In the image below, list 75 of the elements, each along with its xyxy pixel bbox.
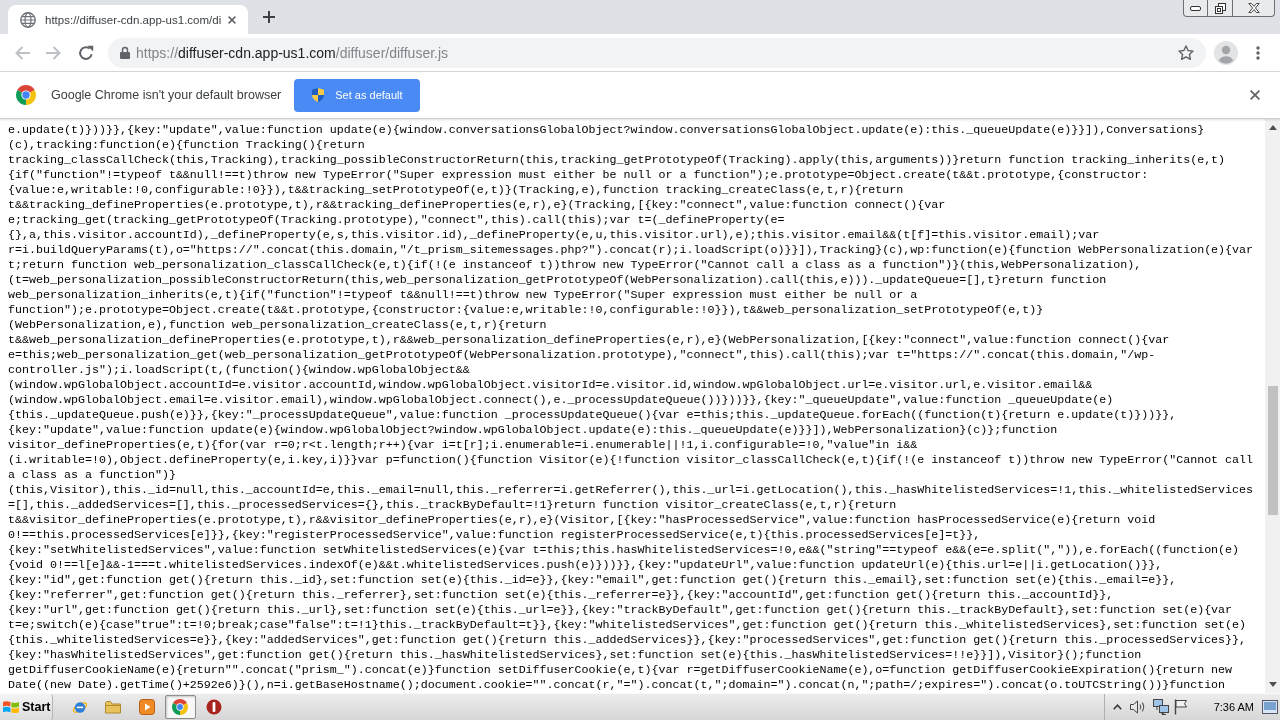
close-icon xyxy=(1247,3,1260,13)
code-line: 0!==this.processedServices[e]}},{key:"registerProcessedService",value:function registerProcessedService(e,t){this.processedServices[e]=t}}, xyxy=(8,528,982,543)
code-line: {value:e,writable:!0,configurable:!0}}),t&&tracking_setPrototypeOf(e,t)}(Tracking,e),function tracking_createClass(e,t,r){return xyxy=(8,183,905,198)
restore-icon xyxy=(1214,2,1226,14)
code-line: t&&tracking_defineProperties(e.prototype,t),r&&tracking_defineProperties(e,r),e}(Tracking,[{key:"connect",value:function connect(){var xyxy=(8,198,947,213)
code-line: e=this;web_personalization_get(web_personalization_getPrototypeOf(WebPersonalization.prototype),"connect",this).call(this);var t="https://".concat(this.domain,"/wp- xyxy=(8,348,1157,363)
vertical-scrollbar[interactable] xyxy=(1265,119,1280,693)
code-line: =[],this._addedServices=[],this._processedServices={},this._trackByDefault=!1}return function visitor_createClass(e,t,r){return xyxy=(8,498,898,513)
infobar-message: Google Chrome isn't your default browser xyxy=(51,88,282,102)
speaker-icon[interactable] xyxy=(1129,700,1146,714)
code-line: r=i.buildQueryParams(t),o="https://".concat(this.domain,"/t_prism_sitemessages.php?").concat(r);i.loadScript(o)}}]),Tracking}(c),wp:function(e){function WebPersonalization(e){var xyxy=(8,243,1255,258)
code-line: e.update(t)}))}},{key:"update",value:function update(e){window.conversationsGlobalObject?window.conversationsGlobalObject.update(e):this._queueUpdate(e)}}]),Conversations} xyxy=(8,123,1206,138)
address-field[interactable]: https://diffuser-cdn.app-us1.com/diffuser/diffuser.js xyxy=(108,37,1206,68)
code-line: {this._updateQueue.push(e)}},{key:"_processUpdateQueue",value:function _processUpdateQueue(){var e=this;this._updateQueue.forEach((function(t){return e.update(t)}))}}, xyxy=(8,408,1178,423)
code-line: {key:"setWhitelistedServices",value:function setWhitelistedServices(e){var t=this;this.hasWhitelistedServices=!0,e&&("string"==typeof e&&(e=e.split(",")),e.forEach((function(e) xyxy=(8,543,1241,558)
url-text: https://diffuser-cdn.app-us1.com/diffuser/diffuser.js xyxy=(136,44,449,61)
flag-logo-icon xyxy=(2,699,20,715)
code-line: visitor_defineProperties(e,t){for(var r=0;r<t.length;r++){var i=t[r];i.enumerable=i.enumerable||!1,i.configurable=!0,"value"in i&& xyxy=(8,438,919,453)
code-line: t&&web_personalization_defineProperties(e.prototype,t),r&&web_personalization_defineProperties(e,r),e}(WebPersonalization,[{key:"connect",value:function connect(){var xyxy=(8,333,1171,348)
code-line: (this,Visitor),this._id=null,this._accountId=e,this._email=null,this._referrer=i.getReferrer(),this._url=i.getLocation(),this._hasWhitelistedServices=!1,this._whitelistedServices xyxy=(8,483,1255,498)
code-line: {key:"update",value:function update(e){window.wpGlobalObject?window.wpGlobalObject.update(e):this._queueUpdate(e)}}]),WebPersonalization}(c)};function xyxy=(8,423,1059,438)
code-line: {if("function"!=typeof t&&null!==t)throw new TypeError("Super expression must either be null or a function");e.prototype=Object.create(t&&t.prototype,{constructor: xyxy=(8,168,1150,183)
browser-tab[interactable]: https://diffuser-cdn.app-us1.com/di xyxy=(8,5,248,34)
minimize-button[interactable] xyxy=(1183,0,1208,17)
chevron-up-icon[interactable] xyxy=(1112,704,1122,710)
show-desktop-icon[interactable] xyxy=(1262,700,1278,714)
star-icon[interactable] xyxy=(1178,44,1194,61)
code-line: t;return function web_personalization_classCallCheck(e,t){if(!(e instanceof t))throw new TypeError("Cannot call a class as a function")}(this,WebPersonalization), xyxy=(8,258,1143,273)
code-line: (window.wpGlobalObject.email=e.visitor.email),window.wpGlobalObject.connect(),e._processUpdateQueue())}))}},{key:"_queueUpdate",value:function _queueUpdate(e) xyxy=(8,393,1115,408)
reload-icon[interactable] xyxy=(78,44,94,61)
window-close-button[interactable] xyxy=(1233,0,1275,17)
code-line: {},a,this.visitor.accountId),_defineProperty(e,s,this.visitor.id),_defineProperty(e,u,this.visitor.url),e);this.visitor.email&&(t[f]=this.visitor.email);var xyxy=(8,228,1101,243)
code-line: web_personalization_inherits(e,t){if("function"!=typeof t&&null!==t)throw new TypeError("Super expression must either be null or a xyxy=(8,288,919,303)
code-line: {this._whitelistedServices=e}},{key:"addedServices",get:function get(){return this._addedServices}},{key:"processedServices",get:function get(){return this._processedServices}}, xyxy=(8,633,1248,648)
new-tab-icon[interactable] xyxy=(263,11,275,23)
play-icon[interactable] xyxy=(138,699,155,715)
code-line: a class as a function")} xyxy=(8,468,177,483)
code-line: t=e;switch(e){case"true":t=!0;break;case"false":t=!1}this._trackByDefault=t}},{key:"whitelistedServices",get:function get(){return this._whitelistedServices},set:function set(e) xyxy=(8,618,1248,633)
code-line: controller.js");i.loadScript(t,(function(){window.wpGlobalObject&& xyxy=(8,363,471,378)
code-line: {key:"id",get:function get(){return this._id},set:function set(e){this._id=e}},{key:"email",get:function get(){return this._email},set:function set(e){this._email=e}}, xyxy=(8,573,1178,588)
alert-icon[interactable] xyxy=(205,699,222,715)
code-line: t&&visitor_defineProperties(e.prototype,t),r&&visitor_defineProperties(e,r),e}(Visitor,[{key:"hasProcessedService",value:function hasProcessedService(e){return void xyxy=(8,513,1157,528)
code-line: tracking_classCallCheck(this,Tracking),tracking_possibleConstructorReturn(this,tracking_getPrototypeOf(Tracking).apply(this,arguments))}return function tracking_inherits(e,t) xyxy=(8,153,1227,168)
code-line: {key:"url",get:function get(){return this._url},set:function set(e){this._url=e}},{key:"trackByDefault",get:function get(){return this._trackByDefault},set:function set(e){var xyxy=(8,603,1234,618)
chrome-logo-icon[interactable] xyxy=(164,695,196,719)
code-line: (t=web_personalization_possibleConstructorReturn(this,web_personalization_getPrototypeOf(WebPersonalization).call(this,e)))._updateQueue=[],t}return function xyxy=(8,273,1108,288)
code-line: e;tracking_get(tracking_getPrototypeOf(Tracking.prototype),"connect",this).call(this);var t=(_defineProperty(e= xyxy=(8,213,786,228)
code-line: (window.wpGlobalObject.accountId=e.visitor.accountId,window.wpGlobalObject.visitorId=e.visitor.id,window.wpGlobalObject.url=e.visitor.url,e.visitor.email&& xyxy=(8,378,1094,393)
code-line: (c),tracking:function(e){function Tracking(){return xyxy=(8,138,366,153)
minimize-icon xyxy=(1190,5,1201,11)
code-line: {key:"referrer",get:function get(){return this._referrer},set:function set(e){this._referrer=e}},{key:"accountId",get:function get(){return this._accountId}}, xyxy=(8,588,1115,603)
network-icon[interactable] xyxy=(1152,699,1169,715)
globe-icon xyxy=(20,11,36,28)
code-line: getDiffuserCookieName(e){return"".concat("prism_").concat(e)}function setDiffuserCookie(e,t){var r=getDiffuserCookieName(e),o=function getDiffuserCookieExpiration(){return new xyxy=(8,663,1234,678)
restore-button[interactable] xyxy=(1208,0,1233,17)
code-line: {key:"hasWhitelistedServices",get:function get(){return this._hasWhitelistedServices},set:function set(e){this._hasWhitelistedServices=!!e}}]),Visitor}();function xyxy=(8,648,1143,663)
start-button[interactable]: Start xyxy=(0,694,53,720)
code-line: (i.writable=!0),Object.defineProperty(e,i.key,i)}}var p=function(){function Visitor(e){!function visitor_classCallCheck(e,t){if(!(e instanceof t))throw new TypeError("Cannot call xyxy=(8,453,1255,468)
flag-icon[interactable] xyxy=(1173,699,1188,715)
scroll-down-icon[interactable] xyxy=(1268,682,1277,687)
code-line: {void 0!==l[e]&&-1===t.whitelistedServices.indexOf(e)&&t.whitelistedServices.push(e)}))}},{key:"updateUrl",value:function updateUrl(e){this.url=e||i.getLocation()}}, xyxy=(8,558,1164,573)
menu-icon[interactable] xyxy=(1256,45,1260,60)
code-line: (WebPersonalization,e),function web_personalization_createClass(e,t,r){return xyxy=(8,318,548,333)
close-icon[interactable] xyxy=(1250,90,1260,100)
lock-icon xyxy=(120,46,130,59)
clock-text[interactable]: 7:36 AM xyxy=(1213,701,1254,713)
folder-icon[interactable] xyxy=(105,700,122,714)
scroll-up-icon[interactable] xyxy=(1268,125,1277,130)
scrollbar-thumb[interactable] xyxy=(1268,386,1278,515)
shield-icon xyxy=(312,88,325,102)
globe-orbit-icon[interactable] xyxy=(71,699,88,715)
chrome-logo-icon xyxy=(16,85,36,105)
code-line: function");e.prototype=Object.create(t&&t.prototype,{constructor:{value:e,writable:!0,configurable:!0}}),t&&web_personalization_setPrototypeOf(e,t)} xyxy=(8,303,1045,318)
close-icon[interactable] xyxy=(228,15,236,24)
code-line: Date((new Date).getTime()+2592e6)}(),n=i.getBaseHostname();document.cookie="".concat(r,"=").concat(t,";domain=").concat(n,";path=/;expires=").concat(o.toUTCString())}function xyxy=(8,678,1227,693)
